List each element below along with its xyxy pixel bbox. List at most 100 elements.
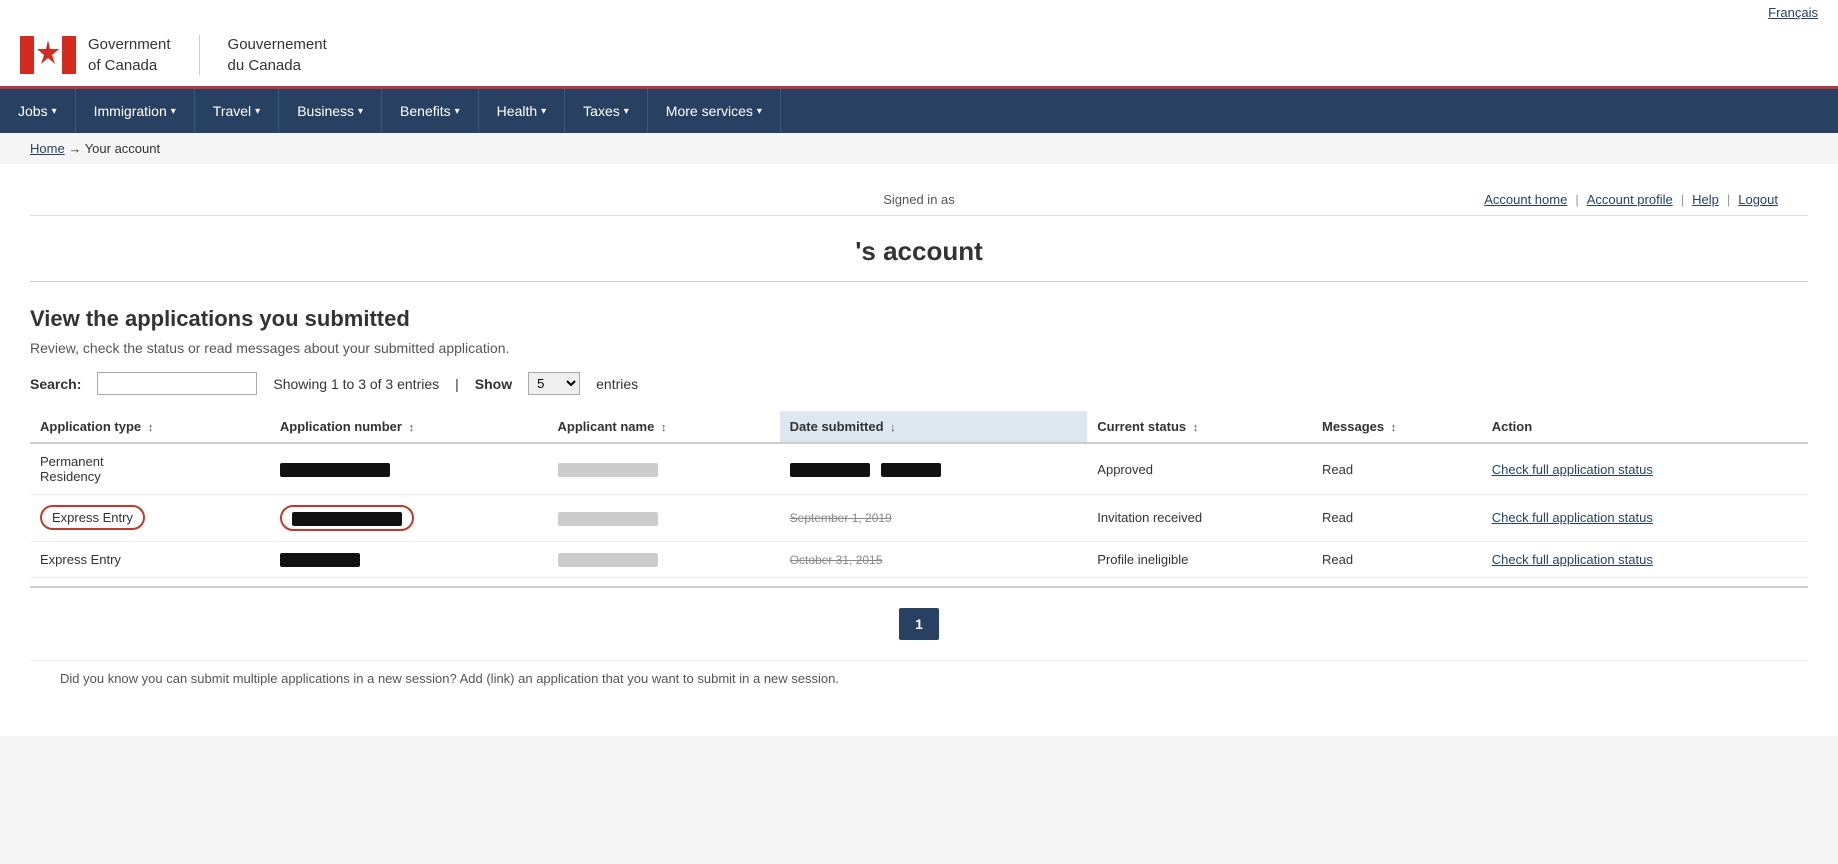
col-app-type: Application type ↕: [30, 411, 270, 443]
circled-app-type: Express Entry: [40, 505, 145, 530]
search-label: Search:: [30, 376, 81, 392]
breadcrumb-arrow: →: [68, 141, 81, 156]
app-name-cell: [548, 541, 780, 578]
sort-icon[interactable]: ↕: [148, 422, 154, 434]
account-bar: Signed in as Account home | Account prof…: [30, 184, 1808, 216]
messages-cell: Read: [1312, 443, 1482, 495]
header-divider: [199, 35, 200, 75]
col-date-submitted: Date submitted ↓: [780, 411, 1088, 443]
date-strikethrough: October 31, 2015: [790, 553, 883, 567]
account-links: Account home | Account profile | Help | …: [1484, 192, 1778, 207]
search-input[interactable]: [97, 372, 257, 395]
signed-in-label: Signed in as: [883, 192, 955, 207]
col-current-status: Current status ↕: [1087, 411, 1312, 443]
redacted-name: [558, 512, 658, 526]
page-title: 's account: [30, 216, 1808, 282]
app-number-cell: [270, 541, 548, 578]
chevron-down-icon: ▾: [624, 106, 629, 117]
app-number-cell: [270, 443, 548, 495]
table-divider: [30, 586, 1808, 588]
chevron-down-icon: ▾: [757, 106, 762, 117]
check-status-link[interactable]: Check full application status: [1492, 552, 1653, 567]
redacted-number: [292, 512, 402, 526]
redacted-name: [558, 553, 658, 567]
status-cell: Invitation received: [1087, 495, 1312, 542]
col-action: Action: [1482, 411, 1808, 443]
canada-flag-icon: [20, 36, 76, 74]
action-cell: Check full application status: [1482, 541, 1808, 578]
sort-icon[interactable]: ↕: [409, 422, 415, 434]
table-row: PermanentResidency Approved Read Check f…: [30, 443, 1808, 495]
status-cell: Approved: [1087, 443, 1312, 495]
chevron-down-icon: ▾: [541, 106, 546, 117]
action-cell: Check full application status: [1482, 495, 1808, 542]
app-type-cell: Express Entry: [30, 541, 270, 578]
messages-cell: Read: [1312, 541, 1482, 578]
nav-item-jobs[interactable]: Jobs ▾: [0, 89, 76, 133]
header: Government of Canada Gouvernement du Can…: [0, 24, 1838, 89]
separator: |: [1727, 192, 1730, 207]
nav-item-taxes[interactable]: Taxes ▾: [565, 89, 648, 133]
col-messages: Messages ↕: [1312, 411, 1482, 443]
pagination: 1: [30, 608, 1808, 640]
date-cell: September 1, 2019: [780, 495, 1088, 542]
chevron-down-icon: ▾: [171, 106, 176, 117]
show-label: Show: [475, 376, 512, 392]
sort-icon[interactable]: ↕: [1193, 422, 1199, 434]
app-type-cell: PermanentResidency: [30, 443, 270, 495]
gov-name-fr: Gouvernement du Canada: [228, 34, 327, 76]
app-number-cell: [270, 495, 548, 542]
separator: |: [1575, 192, 1578, 207]
circled-app-number: [280, 505, 414, 531]
top-bar: Français: [0, 0, 1838, 24]
nav-item-travel[interactable]: Travel ▾: [195, 89, 279, 133]
show-entries-select[interactable]: 5 10 25 50 100: [528, 372, 580, 395]
logo: Government of Canada Gouvernement du Can…: [20, 34, 327, 76]
table-row: Express Entry October 31, 2015 Profile i…: [30, 541, 1808, 578]
nav-item-health[interactable]: Health ▾: [479, 89, 566, 133]
date-cell: October 31, 2015: [780, 541, 1088, 578]
logout-link[interactable]: Logout: [1738, 192, 1778, 207]
nav-item-benefits[interactable]: Benefits ▾: [382, 89, 479, 133]
chevron-down-icon: ▾: [255, 106, 260, 117]
messages-cell: Read: [1312, 495, 1482, 542]
nav-item-more-services[interactable]: More services ▾: [648, 89, 781, 133]
sort-icon[interactable]: ↓: [890, 422, 896, 434]
breadcrumb-current: Your account: [85, 141, 160, 156]
section-desc: Review, check the status or read message…: [30, 340, 1808, 356]
nav-item-business[interactable]: Business ▾: [279, 89, 382, 133]
redacted-number: [280, 463, 390, 477]
page-1-button[interactable]: 1: [899, 608, 939, 640]
breadcrumb-home-link[interactable]: Home: [30, 141, 65, 156]
app-name-cell: [548, 443, 780, 495]
date-strikethrough: September 1, 2019: [790, 511, 892, 525]
nav-item-immigration[interactable]: Immigration ▾: [76, 89, 195, 133]
french-link[interactable]: Français: [1768, 5, 1818, 20]
redacted-name: [558, 463, 658, 477]
account-profile-link[interactable]: Account profile: [1587, 192, 1673, 207]
account-home-link[interactable]: Account home: [1484, 192, 1567, 207]
redacted-date2: [881, 463, 941, 477]
check-status-link[interactable]: Check full application status: [1492, 510, 1653, 525]
main-content: Signed in as Account home | Account prof…: [0, 164, 1838, 736]
section-title: View the applications you submitted: [30, 306, 1808, 332]
bottom-text: Did you know you can submit multiple app…: [30, 660, 1808, 696]
redacted-number: [280, 553, 360, 567]
separator: |: [455, 376, 459, 392]
col-app-number: Application number ↕: [270, 411, 548, 443]
date-cell: [780, 443, 1088, 495]
app-type-cell: Express Entry: [30, 495, 270, 542]
table-row: Express Entry September 1, 2019 Invitati…: [30, 495, 1808, 542]
separator: |: [1681, 192, 1684, 207]
chevron-down-icon: ▾: [52, 106, 57, 117]
entries-label: entries: [596, 376, 638, 392]
gov-name-en: Government of Canada: [88, 34, 171, 76]
app-name-cell: [548, 495, 780, 542]
sort-icon[interactable]: ↕: [1391, 422, 1397, 434]
showing-text: Showing 1 to 3 of 3 entries: [273, 376, 439, 392]
sort-icon[interactable]: ↕: [661, 422, 667, 434]
check-status-link[interactable]: Check full application status: [1492, 462, 1653, 477]
applications-table: Application type ↕ Application number ↕ …: [30, 411, 1808, 578]
breadcrumb: Home → Your account: [0, 133, 1838, 164]
help-link[interactable]: Help: [1692, 192, 1719, 207]
